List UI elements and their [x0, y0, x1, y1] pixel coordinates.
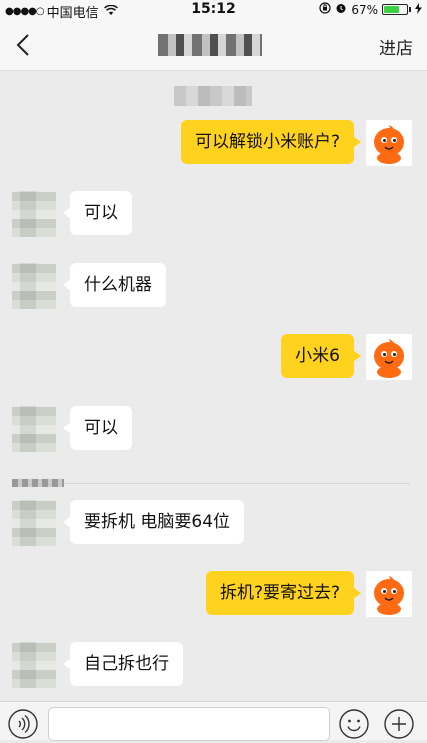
message-row: 自己拆也行: [0, 642, 427, 690]
my-avatar[interactable]: [366, 120, 412, 166]
emoji-button[interactable]: [339, 709, 369, 739]
more-options-button[interactable]: [384, 709, 414, 739]
enter-store-button[interactable]: 进店: [379, 34, 413, 59]
contact-avatar[interactable]: [12, 642, 56, 688]
my-avatar[interactable]: [366, 334, 412, 380]
message-input[interactable]: [48, 707, 330, 741]
received-message-bubble[interactable]: 可以: [63, 191, 132, 235]
contact-avatar[interactable]: [12, 500, 56, 546]
plus-icon: [384, 709, 414, 739]
message-row: 可以: [0, 191, 427, 239]
sent-message-bubble[interactable]: 拆机?要寄过去?: [205, 571, 362, 615]
battery-percent: 67%: [351, 2, 378, 17]
timestamp-redacted: [174, 86, 252, 106]
battery-tip: [409, 7, 411, 12]
received-message-bubble[interactable]: 自己拆也行: [63, 642, 183, 686]
chat-area[interactable]: 可以解锁小米账户? 可以 什么机器 小米6 可以 要拆机 电脑要64位 拆机?要寄过去? 自己…: [0, 71, 427, 701]
message-row: 要拆机 电脑要64位: [0, 500, 427, 548]
alarm-icon: [335, 2, 347, 17]
received-message-bubble[interactable]: 什么机器: [63, 263, 166, 307]
divider-label-redacted: [12, 479, 64, 487]
received-message-bubble[interactable]: 要拆机 电脑要64位: [62, 500, 245, 544]
received-message-bubble[interactable]: 可以: [63, 406, 132, 450]
input-bar: [0, 701, 427, 741]
message-row: 可以: [0, 406, 427, 454]
back-button[interactable]: [10, 30, 40, 60]
message-row: 可以解锁小米账户?: [0, 120, 427, 168]
nav-bar: 进店: [0, 20, 427, 71]
status-right: 67%: [319, 2, 422, 17]
orientation-lock-icon: [319, 2, 331, 17]
battery-icon: [382, 4, 408, 15]
sent-message-bubble[interactable]: 可以解锁小米账户?: [180, 120, 362, 164]
voice-icon: [8, 709, 38, 739]
contact-avatar[interactable]: [12, 263, 56, 309]
contact-avatar[interactable]: [12, 191, 56, 237]
battery-fill: [384, 6, 399, 13]
status-bar: ●●●●○ 中国电信 15:12 67%: [0, 0, 427, 21]
chat-divider: [12, 483, 410, 484]
nav-title-redacted: [158, 34, 262, 56]
contact-avatar[interactable]: [12, 406, 56, 452]
message-row: 拆机?要寄过去?: [0, 571, 427, 619]
smiley-icon: [339, 709, 369, 739]
voice-input-button[interactable]: [8, 709, 38, 739]
message-row: 什么机器: [0, 263, 427, 311]
chevron-left-icon: [16, 34, 29, 56]
my-avatar[interactable]: [366, 571, 412, 617]
charging-icon: [415, 2, 422, 17]
message-row: 小米6: [0, 334, 427, 382]
sent-message-bubble[interactable]: 小米6: [281, 334, 361, 378]
